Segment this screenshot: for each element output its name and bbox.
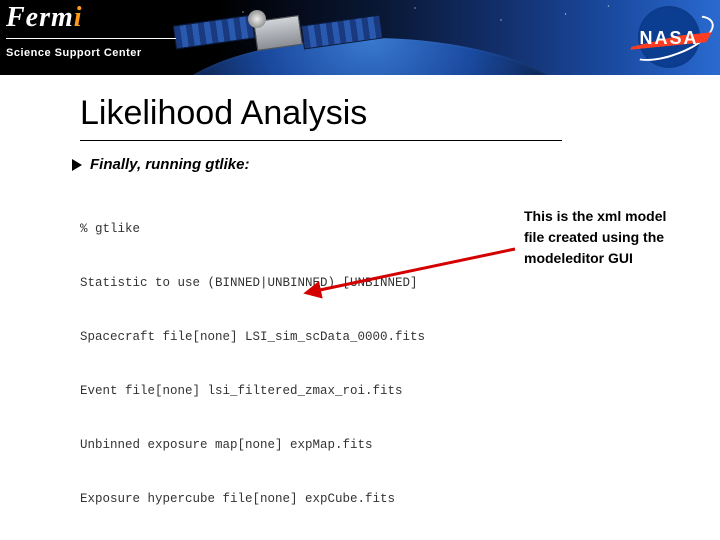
bullet-text: Finally, running gtlike: (90, 156, 249, 173)
callout-text: This is the xml model file created using… (524, 206, 709, 269)
title-underline (80, 140, 562, 141)
fermi-spacecraft-graphic (170, 6, 400, 58)
bullet-arrow-icon (72, 159, 82, 171)
callout-line: This is the xml model (524, 206, 709, 226)
fermi-logo-text: Fermi (6, 2, 136, 34)
term-line: Event file[none] lsi_filtered_zmax_roi.f… (80, 382, 556, 400)
term-line: Unbinned exposure map[none] expMap.fits (80, 436, 556, 454)
fermi-subtitle: Science Support Center (6, 47, 142, 59)
terminal-output: % gtlike Statistic to use (BINNED|UNBINN… (80, 184, 556, 540)
nasa-text: NASA (628, 28, 710, 49)
term-line: Statistic to use (BINNED|UNBINNED) [UNBI… (80, 274, 556, 292)
fermi-logo: Fermi Science Support Center (6, 2, 136, 61)
slide-title: Likelihood Analysis (80, 94, 367, 133)
nasa-logo: NASA (628, 6, 710, 68)
term-line: % gtlike (80, 220, 556, 238)
header-banner: Fermi Science Support Center NASA (0, 0, 720, 75)
term-line: Exposure hypercube file[none] expCube.fi… (80, 490, 556, 508)
callout-line: file created using the (524, 227, 709, 247)
callout-line: modeleditor GUI (524, 248, 709, 268)
term-line: Spacecraft file[none] LSI_sim_scData_000… (80, 328, 556, 346)
bullet-row: Finally, running gtlike: (72, 156, 249, 173)
